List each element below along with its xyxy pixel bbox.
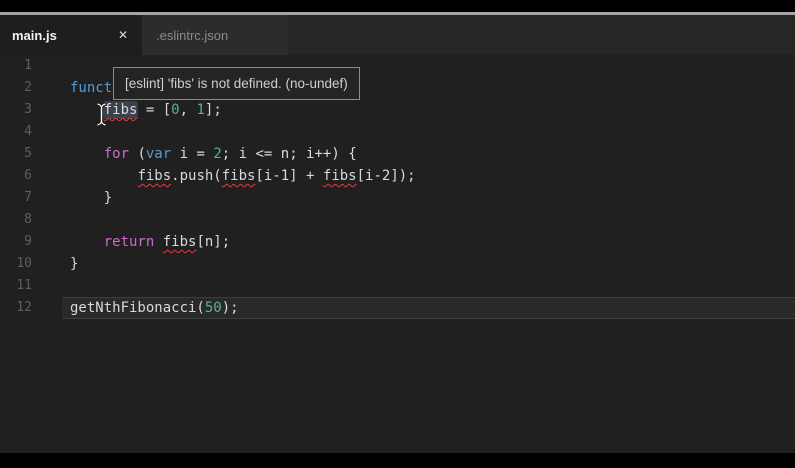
code-line-4[interactable]: 4 [0,121,795,143]
code-text: fibs.push(fibs[i-1] + fibs[i-2]); [70,165,416,187]
window-top-black-bar [0,0,795,12]
code-segment: [i-2]); [357,168,416,184]
line-number: 4 [0,121,70,143]
code-segment: } [70,190,112,206]
code-segment: getNthFibonacci( [70,300,205,316]
code-line-12[interactable]: 12getNthFibonacci(50); [0,297,795,319]
code-segment: for [104,146,129,162]
tab-label: main.js [12,28,57,43]
line-number: 12 [0,297,70,319]
code-segment: 1 [196,102,204,118]
code-line-9[interactable]: 9 return fibs[n]; [0,231,795,253]
code-segment: var [146,146,171,162]
line-number: 9 [0,231,70,253]
text-ibeam-cursor-icon [95,102,108,132]
undefined-variable-token: fibs [104,102,138,118]
code-text: for (var i = 2; i <= n; i++) { [70,143,357,165]
eslint-error-tooltip: [eslint] 'fibs' is not defined. (no-unde… [113,67,360,100]
code-segment: , [180,102,197,118]
code-segment: = [ [137,102,171,118]
code-segment: 2 [213,146,221,162]
tab-strip: main.js ✕ .eslintrc.json [0,15,795,55]
close-icon[interactable]: ✕ [116,27,130,43]
line-number: 6 [0,165,70,187]
code-segment: ); [222,300,239,316]
window-bottom-black-bar [0,453,795,468]
code-text: } [70,187,112,209]
code-line-8[interactable]: 8 [0,209,795,231]
code-line-11[interactable]: 11 [0,275,795,297]
undefined-variable-token: fibs [323,168,357,184]
code-line-3[interactable]: 3 fibs = [0, 1]; [0,99,795,121]
code-text: getNthFibonacci(50); [70,297,239,319]
line-number: 8 [0,209,70,231]
code-segment [70,146,104,162]
line-number: 3 [0,99,70,121]
code-segment: i = [171,146,213,162]
line-number: 11 [0,275,70,297]
line-number: 7 [0,187,70,209]
code-segment: } [70,256,78,272]
code-segment: .push( [171,168,222,184]
code-line-10[interactable]: 10} [0,253,795,275]
code-segment: [i-1] + [255,168,322,184]
code-segment: ; i <= n; i++) { [222,146,357,162]
code-segment: ]; [205,102,222,118]
line-number: 10 [0,253,70,275]
undefined-variable-token: fibs [137,168,171,184]
code-segment: ( [129,146,146,162]
code-segment [154,234,162,250]
code-segment: 50 [205,300,222,316]
line-number: 5 [0,143,70,165]
undefined-variable-token: fibs [222,168,256,184]
code-text: return fibs[n]; [70,231,230,253]
code-segment: 0 [171,102,179,118]
code-text: fibs = [0, 1]; [70,99,222,121]
tab-eslintrc-json[interactable]: .eslintrc.json [142,15,288,55]
code-line-6[interactable]: 6 fibs.push(fibs[i-1] + fibs[i-2]); [0,165,795,187]
tab-main-js[interactable]: main.js ✕ [0,15,142,55]
code-line-7[interactable]: 7 } [0,187,795,209]
code-line-5[interactable]: 5 for (var i = 2; i <= n; i++) { [0,143,795,165]
code-segment: return [104,234,155,250]
code-segment [70,168,137,184]
eslint-error-tooltip-text: [eslint] 'fibs' is not defined. (no-unde… [125,76,348,91]
code-segment: [n]; [196,234,230,250]
code-editor[interactable]: 12function getNthFibonacci(n) {3 fibs = … [0,55,795,453]
line-number: 2 [0,77,70,99]
tab-label: .eslintrc.json [156,28,228,43]
code-segment [70,234,104,250]
code-text: } [70,253,78,275]
line-number: 1 [0,55,70,77]
undefined-variable-token: fibs [163,234,197,250]
